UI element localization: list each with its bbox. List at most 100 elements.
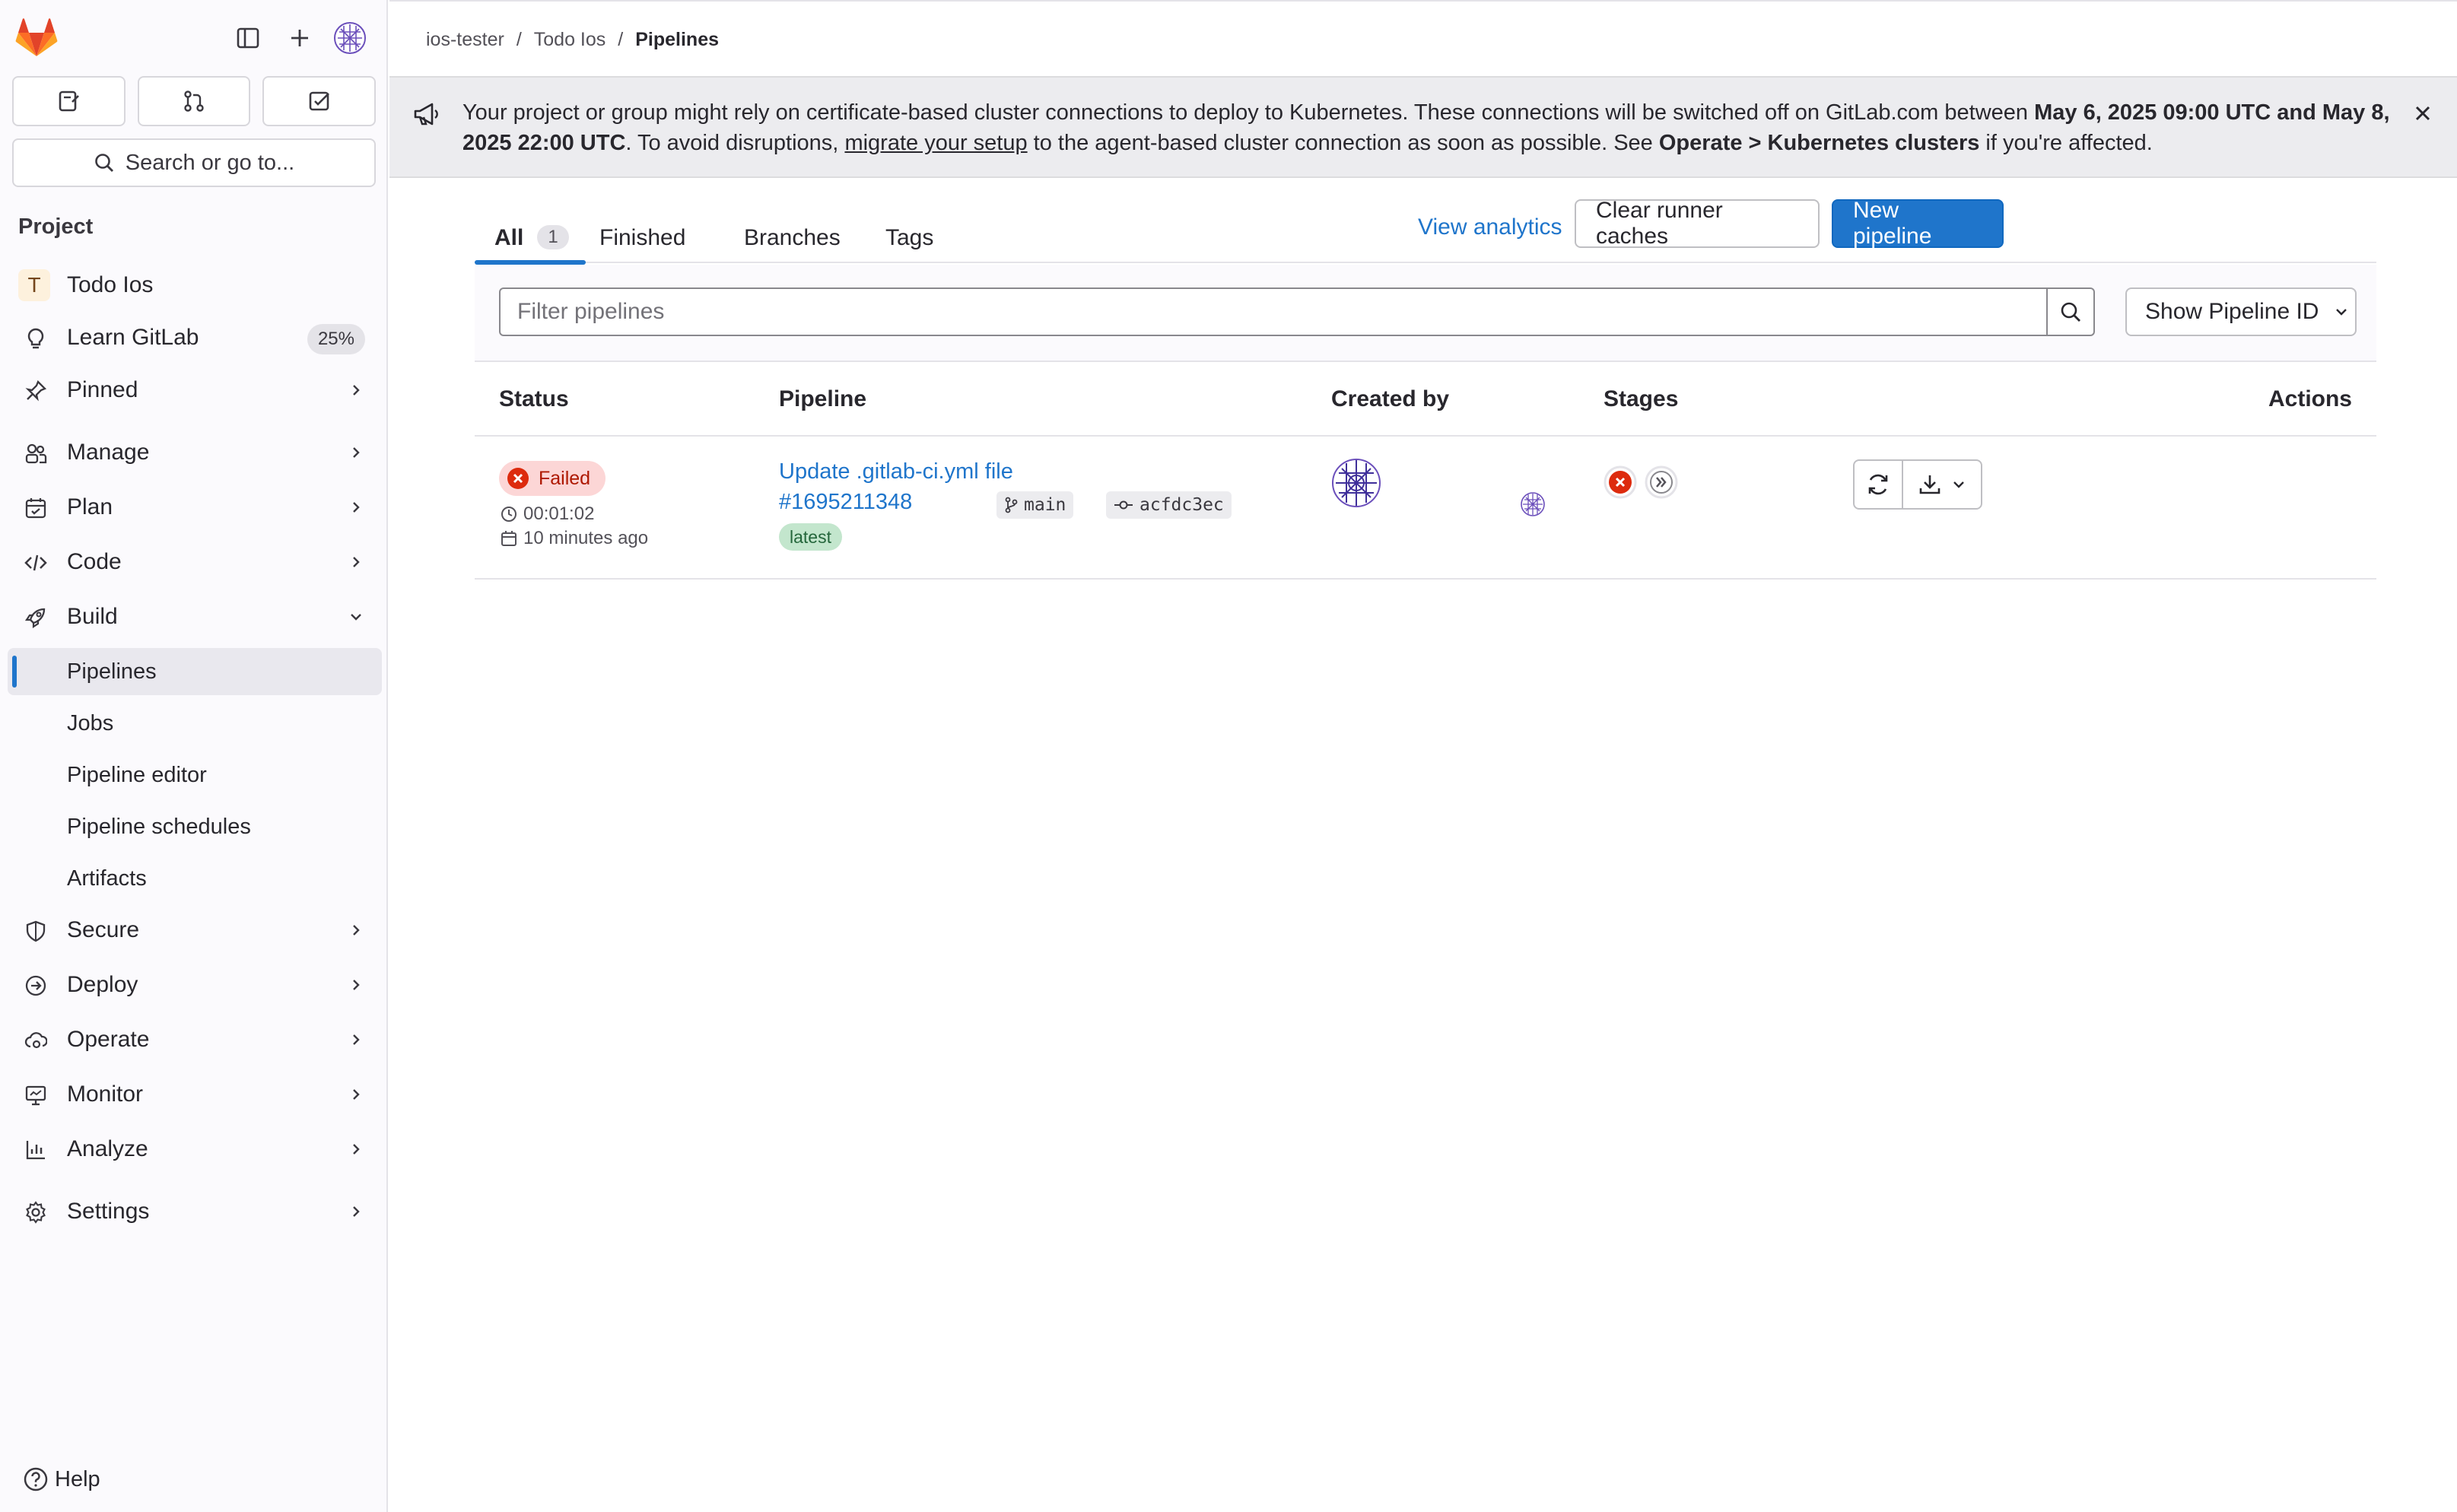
- tab-label: Tags: [885, 225, 934, 250]
- sidebar-item-analyze[interactable]: Analyze: [8, 1125, 382, 1174]
- tab-branches[interactable]: Branches: [744, 207, 841, 263]
- sidebar-item-label: Analyze: [67, 1136, 148, 1161]
- help-label: Help: [55, 1466, 100, 1491]
- tab-label: Finished: [599, 225, 686, 250]
- banner-text: Your project or group might rely on cert…: [462, 97, 2395, 158]
- column-header-created-by: Created by: [1331, 386, 1450, 411]
- sidebar-item-secure[interactable]: Secure: [8, 906, 382, 955]
- gitlab-logo-icon[interactable]: [15, 18, 58, 58]
- sidebar-item-learn-gitlab[interactable]: Learn GitLab 25%: [8, 313, 382, 362]
- status-failed-icon: [507, 468, 529, 489]
- commit-author-avatar[interactable]: [1520, 491, 1546, 517]
- close-icon[interactable]: [2410, 100, 2436, 126]
- sidebar-item-label: Artifacts: [67, 866, 147, 891]
- stage-skipped-icon[interactable]: [1645, 465, 1678, 499]
- sidebar-item-settings[interactable]: Settings: [8, 1187, 382, 1236]
- merge-request-icon: [184, 91, 204, 112]
- pipeline-commit-title-link[interactable]: Update .gitlab-ci.yml file: [779, 459, 1013, 484]
- pipeline-id-link[interactable]: #1695211348: [779, 490, 912, 515]
- duration-value: 00:01:02: [523, 503, 595, 524]
- new-pipeline-button[interactable]: New pipeline: [1832, 198, 2004, 249]
- sidebar-item-pipeline-schedules[interactable]: Pipeline schedules: [8, 803, 382, 850]
- stage-failed-icon[interactable]: [1604, 465, 1637, 499]
- sidebar-item-pipelines[interactable]: Pipelines: [8, 648, 382, 695]
- sidebar-top: [0, 0, 388, 76]
- breadcrumb-current[interactable]: Pipelines: [635, 29, 719, 51]
- chevron-right-icon: [353, 502, 360, 513]
- sidebar-toggle-icon[interactable]: [230, 20, 266, 56]
- chevron-right-icon: [353, 1206, 360, 1217]
- filter-pipelines-input[interactable]: Filter pipelines: [499, 287, 2048, 336]
- sidebar-item-artifacts[interactable]: Artifacts: [8, 855, 382, 902]
- sidebar-item-monitor[interactable]: Monitor: [8, 1070, 382, 1119]
- column-header-pipeline: Pipeline: [779, 386, 867, 411]
- deprecation-banner: Your project or group might rely on cert…: [389, 76, 2457, 178]
- sidebar-item-operate[interactable]: Operate: [8, 1015, 382, 1064]
- commit-chip[interactable]: acfdc3ec: [1106, 491, 1232, 519]
- tab-tags[interactable]: Tags: [885, 207, 933, 263]
- filter-search-button[interactable]: [2046, 287, 2095, 336]
- lightbulb-icon: [27, 328, 44, 349]
- help-icon: [24, 1467, 48, 1491]
- sidebar-item-pinned[interactable]: Pinned: [8, 366, 382, 415]
- search-button[interactable]: Search or go to...: [12, 138, 376, 187]
- sidebar-item-code[interactable]: Code: [8, 538, 382, 586]
- merge-requests-button[interactable]: [137, 76, 251, 126]
- creator-avatar[interactable]: [1331, 458, 1381, 508]
- search-icon: [94, 154, 113, 172]
- column-header-stages: Stages: [1604, 386, 1679, 411]
- chart-icon: [26, 1141, 45, 1160]
- sidebar-item-label: Secure: [67, 917, 140, 942]
- tab-finished[interactable]: Finished: [599, 207, 685, 263]
- chevron-down-icon: [351, 614, 361, 621]
- plus-icon[interactable]: [281, 20, 318, 56]
- pipeline-tabs: All 1 Finished Branches Tags View analyt…: [475, 192, 2376, 265]
- branch-icon: [1005, 497, 1018, 513]
- sidebar-item-project[interactable]: T Todo Ios: [8, 261, 382, 310]
- search-icon: [2061, 302, 2080, 322]
- status-badge[interactable]: Failed: [499, 461, 606, 496]
- tab-label: All: [494, 225, 524, 250]
- download-artifacts-dropdown[interactable]: [1902, 459, 1982, 510]
- sidebar-item-label: Manage: [67, 440, 150, 465]
- sidebar-item-label: Pipeline schedules: [67, 814, 251, 839]
- breadcrumb-group[interactable]: ios-tester: [426, 29, 504, 51]
- sidebar-item-label: Code: [67, 549, 122, 574]
- issues-button[interactable]: [12, 76, 126, 126]
- sidebar-item-deploy[interactable]: Deploy: [8, 961, 382, 1009]
- duration: 00:01:02: [501, 503, 594, 525]
- branch-name: main: [1024, 495, 1066, 515]
- user-avatar[interactable]: [332, 20, 368, 56]
- branch-chip[interactable]: main: [996, 491, 1074, 519]
- show-pipeline-id-dropdown[interactable]: Show Pipeline ID: [2125, 287, 2357, 336]
- banner-text-part: . To avoid disruptions,: [625, 131, 845, 155]
- sidebar-item-jobs[interactable]: Jobs: [8, 700, 382, 747]
- sidebar-item-plan[interactable]: Plan: [8, 483, 382, 532]
- todos-button[interactable]: [262, 76, 377, 126]
- banner-text-part: to the agent-based cluster connection as…: [1027, 131, 1659, 155]
- dropdown-selected-value: Show Pipeline ID: [2145, 299, 2319, 324]
- retry-pipeline-button[interactable]: [1853, 459, 1903, 510]
- top-bar: ios-tester / Todo Ios / Pipelines: [389, 0, 2457, 76]
- tab-label: Branches: [744, 225, 841, 250]
- clear-runner-caches-button[interactable]: Clear runner caches: [1575, 198, 1820, 249]
- cloud-gear-icon: [24, 1032, 47, 1049]
- breadcrumb-project[interactable]: Todo Ios: [534, 29, 606, 51]
- tab-all[interactable]: All 1: [475, 207, 586, 265]
- migrate-setup-link[interactable]: migrate your setup: [844, 131, 1027, 155]
- download-icon: [1919, 475, 1940, 494]
- view-analytics-link[interactable]: View analytics: [1418, 214, 1562, 240]
- chevron-right-icon: [353, 1089, 360, 1100]
- progress-badge: 25%: [307, 324, 365, 354]
- help-button[interactable]: Help: [23, 1466, 100, 1492]
- sidebar-item-pipeline-editor[interactable]: Pipeline editor: [8, 751, 382, 799]
- code-icon: [24, 554, 47, 571]
- sidebar-item-label: Operate: [67, 1027, 150, 1052]
- chevron-down-icon: [2336, 309, 2347, 316]
- sidebar-item-manage[interactable]: Manage: [8, 428, 382, 477]
- table-row: Failed 00:01:02 10 minutes ago Update .g…: [475, 437, 2376, 580]
- users-icon: [25, 443, 47, 464]
- retry-icon: [1868, 474, 1888, 495]
- sidebar-item-build[interactable]: Build: [8, 592, 382, 641]
- sidebar-heading: Project: [18, 214, 94, 239]
